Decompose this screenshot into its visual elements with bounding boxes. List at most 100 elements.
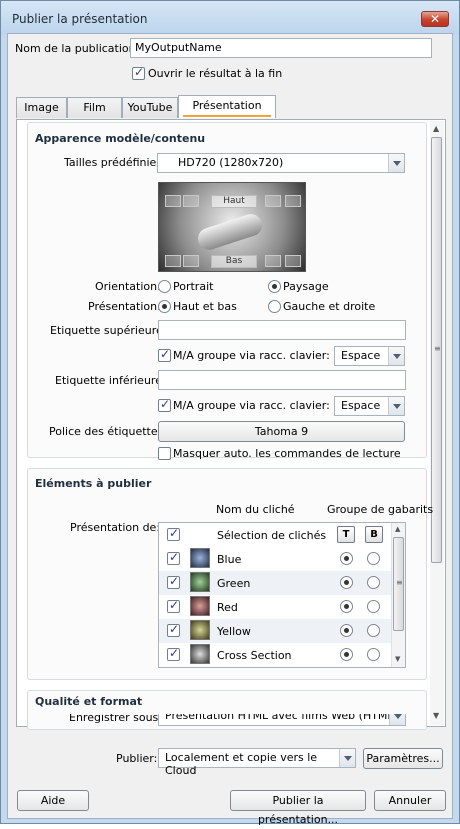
- preview-thumb: [183, 255, 199, 267]
- list-item[interactable]: Blue: [159, 547, 391, 571]
- cancel-button[interactable]: Annuler: [374, 790, 446, 811]
- portrait-label: Portrait: [173, 280, 214, 293]
- scroll-up-icon[interactable]: ▲: [395, 525, 400, 533]
- item-name: Cross Section: [217, 649, 292, 662]
- list-item[interactable]: Cross Section: [159, 643, 391, 667]
- quality-title: Qualité et format: [35, 695, 143, 708]
- chevron-down-icon: [388, 397, 404, 415]
- orientation-label: Orientation:: [95, 280, 161, 293]
- bottom-toggle-checkbox[interactable]: [158, 397, 171, 412]
- group-b-radio[interactable]: [367, 624, 380, 637]
- open-result-checkbox[interactable]: [132, 65, 145, 80]
- bottom-label-input[interactable]: [158, 370, 406, 390]
- group-b-radio[interactable]: [367, 576, 380, 589]
- item-name: Red: [217, 601, 238, 614]
- list-scroll-thumb[interactable]: ≡: [393, 537, 404, 631]
- preview-thumb: [285, 195, 301, 207]
- group-t-button[interactable]: T: [337, 526, 355, 543]
- slide-thumbnail: [190, 620, 210, 640]
- top-toggle-label: M/A groupe via racc. clavier:: [173, 349, 330, 362]
- grip-icon: ≡: [396, 578, 403, 587]
- group-t-radio[interactable]: [340, 648, 353, 661]
- item-checkbox[interactable]: [167, 646, 180, 661]
- portrait-radio[interactable]: [158, 280, 171, 293]
- chevron-down-icon: [388, 347, 404, 365]
- top-key-select[interactable]: Espace: [334, 346, 405, 366]
- tab-image[interactable]: Image: [16, 97, 67, 118]
- autohide-checkbox[interactable]: [158, 447, 171, 460]
- presentation-label: Présentation:: [88, 300, 161, 313]
- select-all-checkbox[interactable]: [167, 526, 180, 541]
- group-t-radio[interactable]: [340, 576, 353, 589]
- group-b-radio[interactable]: [367, 600, 380, 613]
- publish-mode-select[interactable]: Localement et copie vers le Cloud: [158, 748, 356, 777]
- title-bar[interactable]: Publier la présentation ✕: [1, 1, 459, 35]
- panel-scrollbar[interactable]: ▲ ≡ ▼: [430, 121, 444, 725]
- group-t-radio[interactable]: [340, 552, 353, 565]
- top-key-value: Espace: [341, 349, 381, 362]
- item-name: Yellow: [217, 625, 251, 638]
- group-t-radio[interactable]: [340, 600, 353, 613]
- bottom-key-value: Espace: [341, 399, 381, 412]
- left-right-radio[interactable]: [268, 300, 281, 313]
- tab-film[interactable]: Film: [67, 97, 122, 118]
- list-scrollbar[interactable]: ▲ ≡ ▼: [391, 523, 405, 667]
- preview-thumb: [165, 255, 181, 267]
- preview-bottom-label: Bas: [211, 255, 257, 268]
- landscape-label: Paysage: [283, 280, 329, 293]
- list-item[interactable]: Red: [159, 595, 391, 619]
- item-checkbox[interactable]: [167, 598, 180, 613]
- publish-mode-label: Publier:: [116, 752, 158, 765]
- top-bottom-label: Haut et bas: [173, 300, 237, 313]
- scroll-down-icon[interactable]: ▼: [395, 655, 400, 663]
- tab-web-presentation[interactable]: Présentation Web: [178, 95, 276, 131]
- group-b-button[interactable]: B: [365, 526, 383, 543]
- group-b-radio[interactable]: [367, 552, 380, 565]
- preview-thumb: [165, 195, 181, 207]
- item-checkbox[interactable]: [167, 550, 180, 565]
- save-as-select[interactable]: Présentation HTML avec films Web (HTML): [158, 714, 406, 726]
- scroll-thumb[interactable]: ≡: [431, 137, 442, 563]
- publish-button[interactable]: Publier la présentation...: [230, 790, 366, 826]
- item-checkbox[interactable]: [167, 574, 180, 589]
- publish-dialog: Publier la présentation ✕ Nom de la publ…: [0, 0, 460, 826]
- help-button[interactable]: Aide: [17, 790, 89, 811]
- item-name: Green: [217, 577, 251, 590]
- open-result-label: Ouvrir le résultat à la fin: [148, 67, 283, 80]
- save-as-label: Enregistrer sous:: [69, 714, 162, 724]
- parameters-button[interactable]: Paramètres...: [363, 748, 443, 769]
- publication-name-input[interactable]: MyOutputName: [130, 38, 432, 58]
- landscape-radio[interactable]: [268, 280, 281, 293]
- slide-thumbnail: [190, 548, 210, 568]
- preview-top-label: Haut: [211, 195, 257, 208]
- scroll-down-icon[interactable]: ▼: [433, 711, 439, 720]
- chevron-down-icon: [388, 154, 404, 172]
- list-item[interactable]: Yellow: [159, 619, 391, 643]
- autohide-label: Masquer auto. les commandes de lecture: [173, 447, 401, 460]
- grip-icon: ≡: [434, 344, 441, 353]
- elements-title: Eléments à publier: [35, 477, 152, 490]
- presentation-of-label: Présentation de:: [70, 521, 161, 534]
- top-bottom-radio[interactable]: [158, 300, 171, 313]
- tab-youtube[interactable]: YouTube: [122, 97, 178, 118]
- bottom-key-select[interactable]: Espace: [334, 396, 405, 416]
- dialog-client: Nom de la publication: MyOutputName Ouvr…: [7, 33, 453, 826]
- group-b-radio[interactable]: [367, 648, 380, 661]
- font-button[interactable]: Tahoma 9: [158, 421, 405, 442]
- item-checkbox[interactable]: [167, 622, 180, 637]
- preset-select[interactable]: HD720 (1280x720): [157, 153, 405, 173]
- slide-thumbnail: [190, 596, 210, 616]
- bottom-label-label: Etiquette inférieure:: [55, 374, 166, 387]
- list-header-row: Sélection de clichés T B: [159, 523, 391, 547]
- top-toggle-checkbox[interactable]: [158, 347, 171, 362]
- chevron-down-icon: [339, 749, 355, 767]
- slide-thumbnail: [190, 644, 210, 664]
- appearance-title: Apparence modèle/contenu: [35, 132, 206, 145]
- scroll-up-icon[interactable]: ▲: [433, 124, 439, 133]
- list-item[interactable]: Green: [159, 571, 391, 595]
- top-label-input[interactable]: [158, 320, 406, 340]
- publish-mode-value: Localement et copie vers le Cloud: [165, 751, 318, 777]
- close-icon[interactable]: ✕: [421, 11, 449, 27]
- group-t-radio[interactable]: [340, 624, 353, 637]
- preview-thumb: [265, 255, 281, 267]
